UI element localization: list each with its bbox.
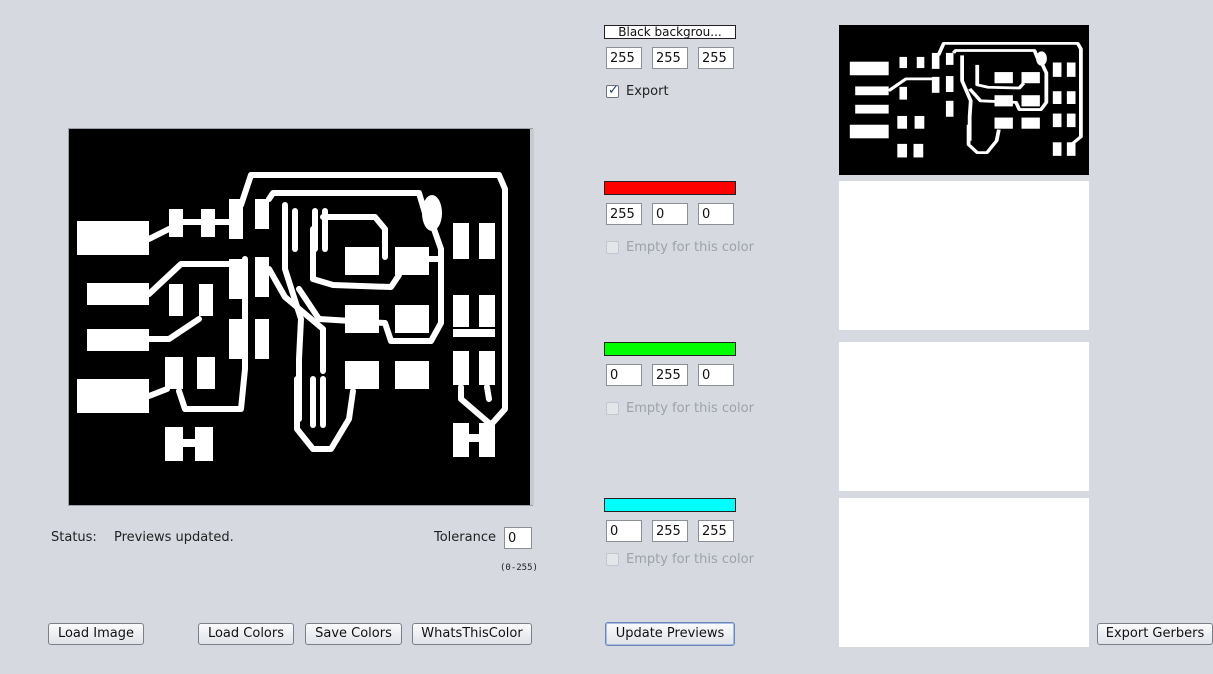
save-colors-button[interactable]: Save Colors [305,623,402,645]
layer-2-empty-checkbox[interactable] [606,241,619,254]
layer-4-red-input[interactable] [606,520,642,542]
layer-4-blue-input[interactable] [698,520,734,542]
load-colors-button[interactable]: Load Colors [198,623,294,645]
whats-this-color-button[interactable]: WhatsThisColor [412,623,532,645]
layer-3-empty-label: Empty for this color [626,401,754,416]
layer-3-preview [839,342,1089,491]
layer-4-color-swatch[interactable] [604,498,736,512]
layer-2-blue-input[interactable] [698,203,734,225]
layer-2-empty-label: Empty for this color [626,240,754,255]
layer-4-empty-checkbox[interactable] [606,553,619,566]
layer-4-green-input[interactable] [652,520,688,542]
layer-2-red-input[interactable] [606,203,642,225]
layer-3-green-input[interactable] [652,364,688,386]
layer-1-preview [839,25,1089,175]
layer-2-preview [839,181,1089,330]
layer-3-red-input[interactable] [606,364,642,386]
pcb-image-canvas[interactable] [68,128,534,506]
layer-3-empty-checkbox[interactable] [606,402,619,415]
layer-4-preview [839,498,1089,647]
tolerance-label: Tolerance [434,530,496,545]
layer-4-empty-label: Empty for this color [626,552,754,567]
image-scroll-edge [530,129,534,505]
status-label: Status: [51,530,97,545]
layer-1-preview-image [849,41,1083,158]
layer-1-name: Black backgrou... [618,26,722,38]
layer-1-red-input[interactable] [606,47,642,69]
export-gerbers-button[interactable]: Export Gerbers [1097,623,1213,645]
layer-2-color-swatch[interactable] [604,181,736,195]
status-message: Previews updated. [114,530,234,545]
layer-1-green-input[interactable] [652,47,688,69]
layer-1-color-swatch[interactable]: Black backgrou... [604,25,736,39]
layer-3-color-swatch[interactable] [604,342,736,356]
update-previews-button[interactable]: Update Previews [605,622,735,646]
checkmark-icon: ✓ [608,83,619,98]
tolerance-range-hint: (0-255) [500,563,538,573]
pcb-trace-image [77,172,508,461]
layer-1-blue-input[interactable] [698,47,734,69]
layer-2-green-input[interactable] [652,203,688,225]
layer-1-export-label: Export [626,84,669,99]
load-image-button[interactable]: Load Image [48,623,144,645]
layer-1-export-checkbox[interactable]: ✓ [606,83,619,98]
tolerance-input[interactable] [504,527,532,549]
layer-3-blue-input[interactable] [698,364,734,386]
